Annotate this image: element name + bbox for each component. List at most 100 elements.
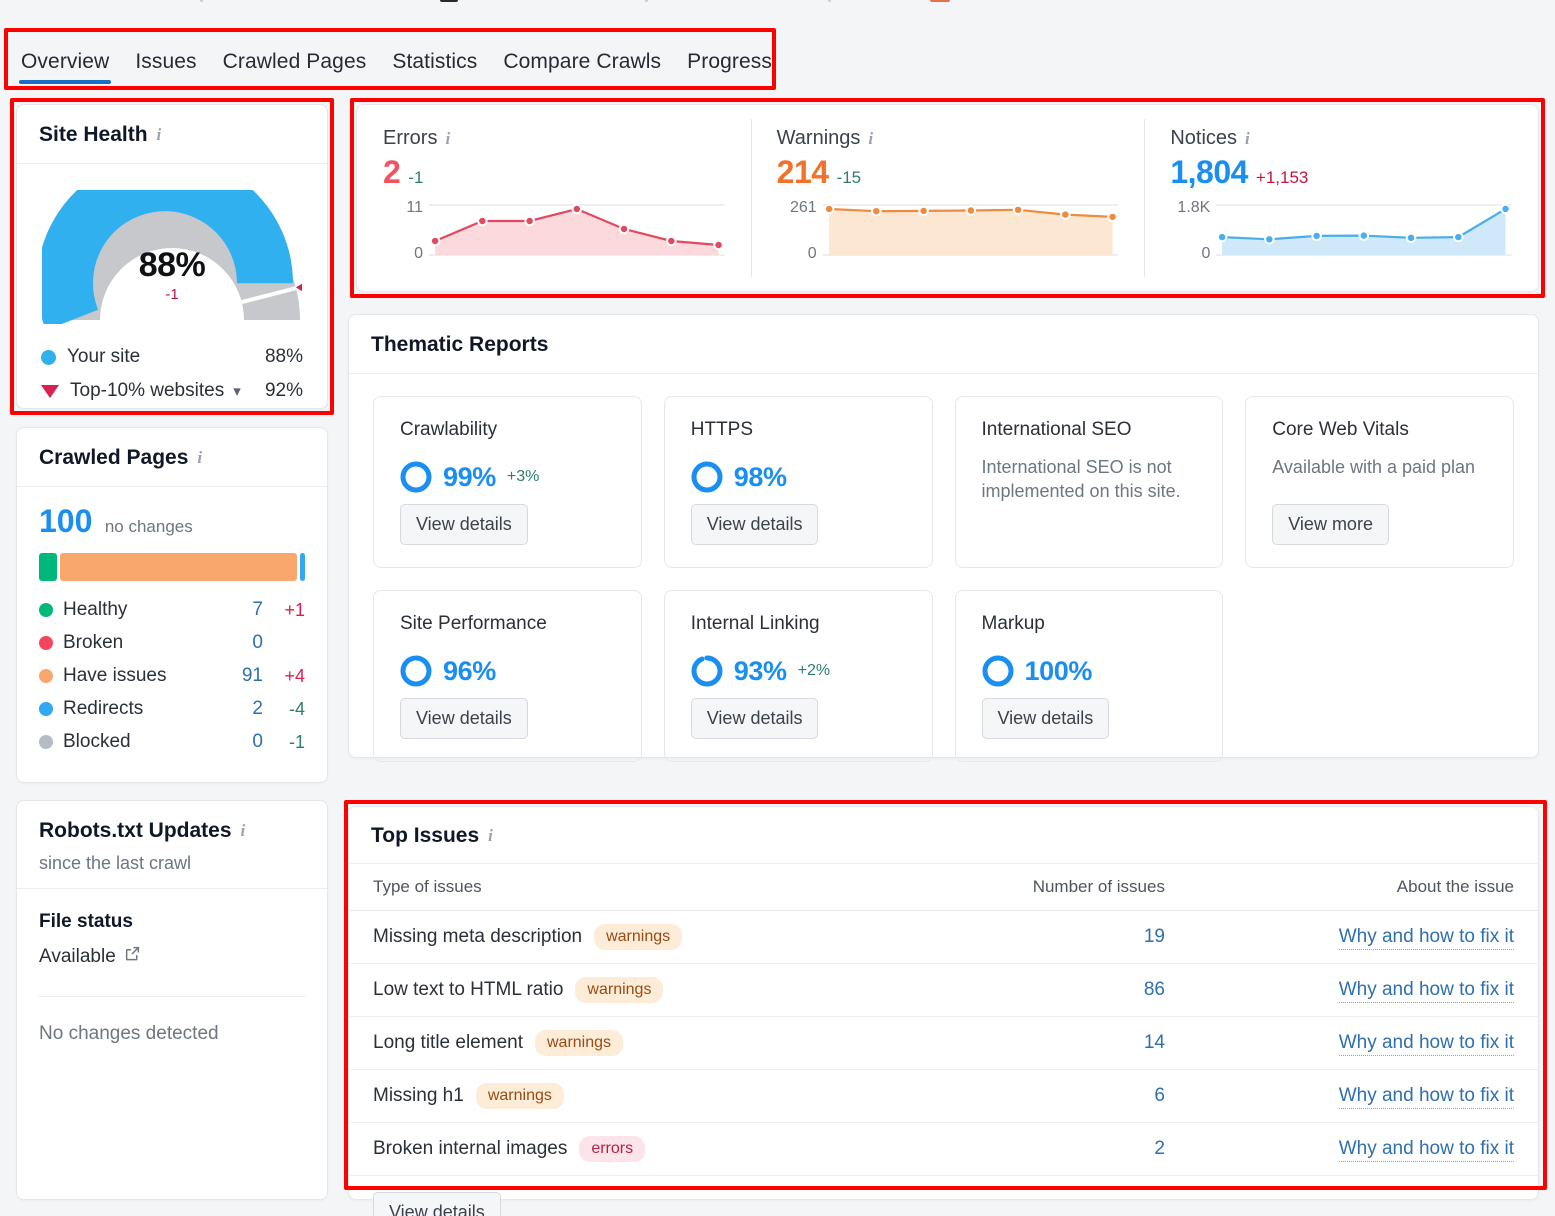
info-icon[interactable]: i: [197, 448, 202, 468]
axis-tick-min: 0: [414, 245, 423, 262]
crawled-pages-row[interactable]: Redirects 2 -4: [39, 698, 305, 720]
file-status-value: Available: [39, 945, 116, 967]
crawled-pages-total: 100: [39, 503, 93, 539]
issue-about-cell: Why and how to fix it: [1188, 910, 1538, 964]
tab-overview[interactable]: Overview: [8, 50, 122, 90]
divider: [39, 996, 305, 997]
issue-type-cell: Missing meta description warnings: [349, 910, 908, 964]
robots-no-changes: No changes detected: [39, 1023, 219, 1044]
top-issues-title: Top Issues: [371, 824, 480, 847]
thematic-card-markup: Markup 100% View details: [954, 590, 1224, 762]
stat-value-row: 2 -1: [383, 154, 725, 191]
tab-crawled-pages[interactable]: Crawled Pages: [210, 50, 380, 90]
sparkline-svg: [429, 203, 725, 256]
issue-name: Missing meta description: [373, 926, 583, 947]
thematic-card-button[interactable]: View details: [400, 698, 528, 739]
thematic-card-title: HTTPS: [690, 419, 754, 440]
thematic-card-button[interactable]: View more: [1272, 504, 1389, 545]
stat-column-notices: Notices i 1,804 +1,153 1.8K 0: [1144, 105, 1538, 291]
site-health-card: Site Health i 88% -1 Your site 88% Top-10%…: [16, 104, 328, 409]
robots-body: File status Available No changes detecte…: [17, 889, 327, 1045]
issue-count[interactable]: 19: [907, 910, 1189, 964]
status-dot: [39, 735, 53, 749]
why-and-how-to-fix-link[interactable]: Why and how to fix it: [1338, 979, 1514, 1003]
progress-ring-icon: [691, 655, 723, 687]
status-delta: +1: [284, 599, 305, 620]
thematic-card-site-performance: Site Performance 96% View details: [373, 590, 642, 762]
chevron-down-icon[interactable]: ▾: [233, 382, 241, 400]
thematic-card-button[interactable]: View details: [981, 698, 1110, 739]
top-issues-column-header: About the issue: [1188, 864, 1538, 911]
thematic-card-description: Available with a paid plan: [1272, 457, 1476, 477]
stat-value: 1,804: [1170, 154, 1248, 190]
crawled-pages-total-row: 100 no changes: [39, 503, 305, 540]
thematic-card-crawlability: Crawlability 99% +3% View details: [373, 396, 642, 568]
top-issues-card: Top Issues i Type of issues Number of iss…: [348, 806, 1539, 1216]
why-and-how-to-fix-link[interactable]: Why and how to fix it: [1338, 926, 1514, 950]
info-icon[interactable]: i: [1245, 129, 1250, 149]
robots-title: Robots.txt Updates: [39, 819, 232, 842]
info-icon[interactable]: i: [157, 125, 162, 145]
why-and-how-to-fix-link[interactable]: Why and how to fix it: [1338, 1032, 1514, 1056]
info-icon[interactable]: i: [868, 129, 873, 149]
thematic-card-button[interactable]: View details: [400, 504, 528, 545]
thematic-card-button[interactable]: View details: [690, 504, 819, 545]
severity-badge: errors: [579, 1136, 646, 1162]
thematic-card-title: International SEO: [981, 419, 1132, 440]
table-row: Missing meta description warnings 19 Why an…: [349, 910, 1538, 964]
top-issues-header: Top Issues i: [349, 807, 1538, 864]
external-link-icon[interactable]: [124, 945, 141, 968]
thematic-card-button[interactable]: View details: [690, 698, 819, 739]
crawl-overview-page: Overview Issues Crawled Pages Statistics Com…: [0, 0, 1555, 1216]
axis-tick-max: 1.8K: [1177, 199, 1211, 216]
issue-name: Long title element: [373, 1032, 523, 1053]
crawled-pages-row[interactable]: Broken 0: [39, 632, 305, 654]
stat-value-row: 1,804 +1,153: [1170, 154, 1512, 191]
status-count: 0: [252, 632, 263, 653]
status-count: 7: [252, 599, 263, 620]
issue-count[interactable]: 6: [907, 1069, 1189, 1123]
tab-issues[interactable]: Issues: [122, 50, 209, 90]
why-and-how-to-fix-link[interactable]: Why and how to fix it: [1338, 1085, 1514, 1109]
tab-statistics[interactable]: Statistics: [379, 50, 490, 90]
crawled-pages-row[interactable]: Healthy 7 +1: [39, 599, 305, 621]
why-and-how-to-fix-link[interactable]: Why and how to fix it: [1338, 1138, 1514, 1162]
thematic-delta: +3%: [506, 468, 540, 485]
stat-delta: -1: [408, 168, 424, 187]
main-tab-bar[interactable]: Overview Issues Crawled Pages Statistics Com…: [8, 28, 773, 90]
table-row: Long title element warnings 14 Why and how …: [349, 1016, 1538, 1070]
thematic-card-title: Crawlability: [400, 419, 498, 440]
issue-count[interactable]: 2: [907, 1122, 1189, 1176]
sparkline-axis: 1.8K 0: [1170, 199, 1216, 262]
thematic-score-row: 98%: [691, 461, 910, 493]
info-icon[interactable]: i: [241, 821, 246, 841]
site-health-legend-row[interactable]: Top-10% websites ▾ 92%: [41, 380, 303, 402]
legend-triangle-icon: [41, 384, 59, 398]
status-dot: [39, 669, 53, 683]
table-row: Low text to HTML ratio warnings 86 Why and …: [349, 963, 1538, 1017]
info-icon[interactable]: i: [488, 826, 493, 846]
issue-type-cell: Missing h1 warnings: [349, 1069, 908, 1123]
info-icon[interactable]: i: [445, 129, 450, 149]
axis-tick-max: 261: [789, 199, 817, 216]
issue-about-cell: Why and how to fix it: [1188, 1069, 1538, 1123]
stat-sparkline: 11 0: [383, 199, 725, 262]
crawled-pages-row[interactable]: Have issues 91 +4: [39, 665, 305, 687]
issue-count[interactable]: 14: [907, 1016, 1189, 1070]
thematic-reports-title: Thematic Reports: [371, 333, 549, 356]
crawled-pages-row[interactable]: Blocked 0 -1: [39, 731, 305, 753]
status-count: 91: [241, 665, 263, 686]
view-details-button[interactable]: View details: [373, 1192, 501, 1216]
status-label: Broken: [63, 632, 124, 653]
site-health-legend: Your site 88% Top-10% websites ▾ 92%: [41, 346, 303, 402]
issue-count[interactable]: 86: [907, 963, 1189, 1017]
thematic-card-title: Site Performance: [400, 613, 547, 634]
status-label: Healthy: [63, 599, 128, 620]
gauge-delta: -1: [165, 286, 179, 303]
stat-name: Notices: [1170, 127, 1238, 149]
tab-compare-crawls[interactable]: Compare Crawls: [490, 50, 674, 90]
tab-progress[interactable]: Progress: [674, 50, 785, 90]
robots-subtitle: since the last crawl: [39, 853, 192, 873]
severity-badge: warnings: [575, 977, 664, 1003]
